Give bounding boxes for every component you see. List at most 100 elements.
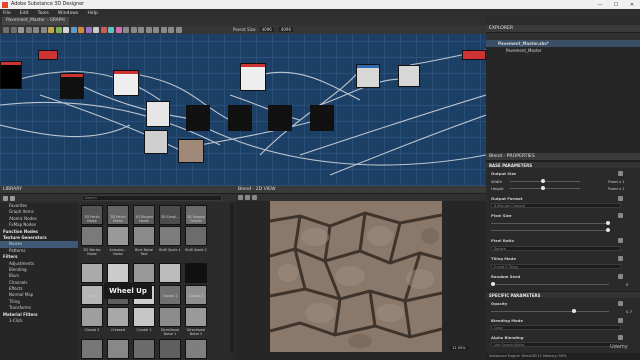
- graph-tab[interactable]: Pavement_Master - GRAPH: [2, 17, 69, 25]
- library-thumb[interactable]: [133, 263, 155, 283]
- param-menu-icon[interactable]: [618, 274, 623, 279]
- param-menu-icon[interactable]: [618, 238, 623, 243]
- menu-windows[interactable]: Windows: [58, 11, 79, 16]
- random-seed-slider[interactable]: [491, 284, 609, 285]
- graph-node[interactable]: [356, 64, 380, 88]
- graph-node[interactable]: [240, 63, 266, 91]
- library-scrollbar[interactable]: [230, 203, 234, 353]
- base-parameters-section[interactable]: BASE PARAMETERS: [486, 161, 640, 168]
- graph-node[interactable]: [60, 73, 84, 99]
- graph-node[interactable]: [178, 139, 204, 163]
- opacity-slider-knob[interactable]: [571, 309, 576, 313]
- library-thumb[interactable]: [107, 226, 129, 246]
- view-tool-icon[interactable]: [245, 195, 250, 200]
- view-tool-icon[interactable]: [252, 195, 257, 200]
- width-slider-knob[interactable]: [541, 179, 545, 183]
- param-menu-icon[interactable]: [618, 335, 623, 340]
- library-thumb[interactable]: [159, 226, 181, 246]
- menu-tools[interactable]: Tools: [38, 11, 49, 16]
- graph-node[interactable]: [113, 70, 139, 96]
- output-format-select[interactable]: 8 Bits per Channel: [491, 203, 621, 208]
- menu-help[interactable]: Help: [87, 11, 97, 16]
- library-thumb[interactable]: [81, 307, 103, 327]
- pixel-size-slider[interactable]: [491, 223, 609, 224]
- library-thumb[interactable]: [185, 263, 207, 283]
- menu-file[interactable]: File: [3, 11, 11, 16]
- library-thumb[interactable]: [159, 339, 181, 359]
- library-thumb[interactable]: [81, 263, 103, 283]
- thumb-label: BnW Spots 2: [185, 248, 207, 252]
- opacity-slider[interactable]: [491, 311, 609, 312]
- explorer-graph-item[interactable]: Pavement_Master: [486, 47, 640, 54]
- graph-node[interactable]: [268, 105, 292, 131]
- graph-node[interactable]: [398, 65, 420, 87]
- alpha-blending-select[interactable]: Use Source Alpha: [491, 342, 621, 347]
- close-button[interactable]: ✕: [624, 0, 640, 9]
- library-thumb[interactable]: [133, 339, 155, 359]
- tiling-mode-select[interactable]: H and V Tiling: [491, 264, 621, 269]
- pixel-ratio-select[interactable]: Square: [491, 246, 621, 251]
- graph-node[interactable]: [146, 101, 170, 127]
- opacity-value[interactable]: 0.7: [626, 309, 632, 314]
- list-view-icon[interactable]: [10, 195, 15, 201]
- library-thumb[interactable]: [185, 339, 207, 359]
- library-thumb[interactable]: [81, 339, 103, 359]
- library-thumb[interactable]: [81, 226, 103, 246]
- pixel-size-knob[interactable]: [606, 221, 610, 225]
- param-menu-icon[interactable]: [618, 213, 623, 218]
- udemy-watermark: Udemy: [610, 344, 628, 350]
- graph-node[interactable]: [310, 105, 334, 131]
- library-thumb[interactable]: [159, 263, 181, 283]
- thumb-label: Clouds 2: [188, 294, 204, 298]
- graph-node[interactable]: [144, 130, 168, 154]
- thumb-label: 3D Voronoi Fractal: [186, 215, 206, 223]
- pixel-size-slider-2[interactable]: [491, 230, 609, 231]
- output-size-label: Output Size: [491, 171, 517, 176]
- random-seed-value[interactable]: 0: [626, 282, 628, 287]
- blending-mode-select[interactable]: Copy: [491, 325, 621, 330]
- width-value[interactable]: Fixed x 1: [608, 179, 625, 184]
- height-value[interactable]: Fixed x 1: [608, 186, 625, 191]
- height-slider-knob[interactable]: [541, 186, 545, 190]
- library-thumb[interactable]: [107, 339, 129, 359]
- grid-view-icon[interactable]: [3, 195, 8, 201]
- random-seed-knob[interactable]: [491, 282, 495, 286]
- library-thumb[interactable]: [107, 307, 129, 327]
- param-menu-icon[interactable]: [618, 196, 623, 201]
- window-title: Adobe Substance 3D Designer: [11, 2, 85, 7]
- title-bar: Adobe Substance 3D Designer — ☐ ✕: [0, 0, 640, 9]
- library-thumb[interactable]: [107, 263, 129, 283]
- menu-edit[interactable]: Edit: [20, 11, 29, 16]
- library-search-input[interactable]: Search: [82, 195, 222, 201]
- height-slider[interactable]: [510, 188, 580, 189]
- explorer-package[interactable]: Pavement_Master.sbs*: [486, 40, 640, 47]
- view-2d-footer: 12.50%: [240, 346, 480, 354]
- graph-node[interactable]: [462, 50, 486, 60]
- param-menu-icon[interactable]: [618, 256, 623, 261]
- height-label: Height: [491, 186, 504, 191]
- graph-node[interactable]: [186, 105, 210, 131]
- library-thumb[interactable]: [185, 226, 207, 246]
- specific-parameters-section[interactable]: SPECIFIC PARAMETERS: [486, 291, 640, 298]
- tree-item-1-click[interactable]: 1-Click: [0, 318, 78, 324]
- graph-node[interactable]: [228, 105, 252, 131]
- param-menu-icon[interactable]: [618, 171, 623, 176]
- library-thumb[interactable]: [185, 307, 207, 327]
- maximize-button[interactable]: ☐: [608, 0, 624, 9]
- library-thumb[interactable]: [133, 226, 155, 246]
- graph-canvas[interactable]: Parent Size: 4096 4096: [0, 25, 486, 186]
- graph-node[interactable]: [0, 61, 22, 89]
- param-menu-icon[interactable]: [618, 301, 623, 306]
- texture-preview[interactable]: [270, 201, 442, 352]
- pixel-size-knob-2[interactable]: [606, 228, 610, 232]
- thumb-label: 3D Perlin Noise: [110, 215, 126, 223]
- minimize-button[interactable]: —: [592, 0, 608, 9]
- library-thumb[interactable]: [159, 307, 181, 327]
- view-zoom-readout[interactable]: 12.50%: [450, 346, 468, 350]
- graph-node[interactable]: [38, 50, 58, 60]
- param-menu-icon[interactable]: [618, 318, 623, 323]
- view-tool-icon[interactable]: [238, 195, 243, 200]
- alpha-blending-label: Alpha Blending: [491, 335, 524, 340]
- width-slider[interactable]: [510, 181, 580, 182]
- library-thumb[interactable]: [133, 307, 155, 327]
